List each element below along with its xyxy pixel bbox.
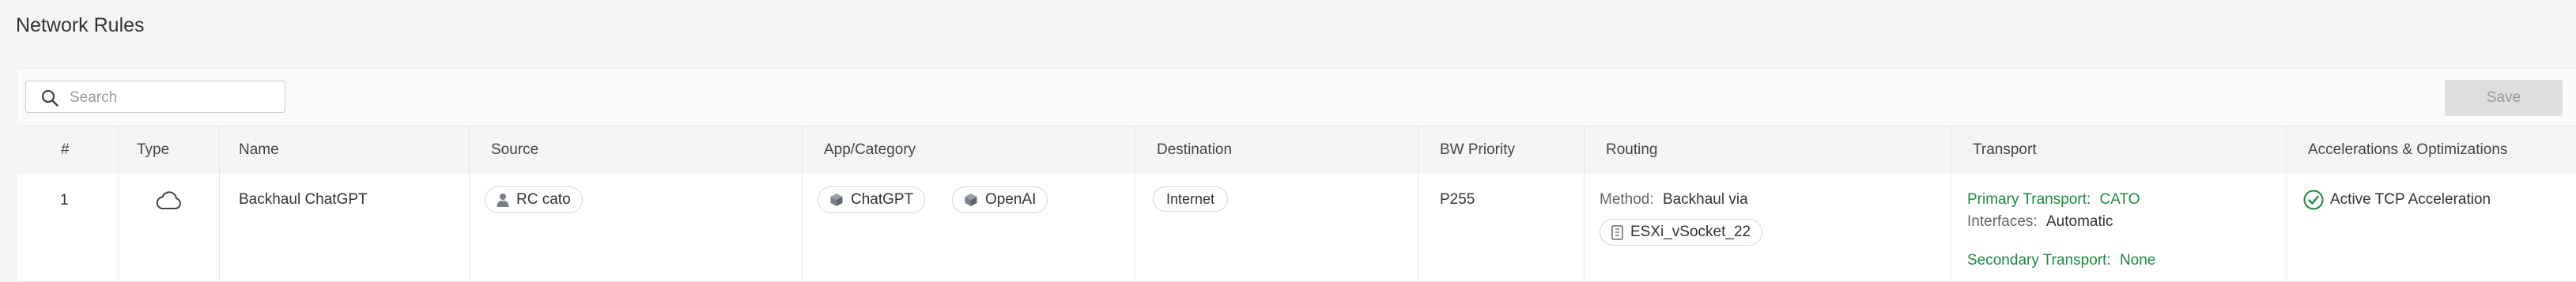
column-header-routing[interactable]: Routing — [1584, 126, 1951, 174]
app-chip-openai[interactable]: OpenAI — [952, 186, 1048, 213]
transport-interfaces: Interfaces: Automatic — [1967, 213, 2113, 230]
search-box[interactable] — [25, 81, 285, 113]
cell-transport: Primary Transport: CATO Interfaces: Auto… — [1951, 174, 2286, 281]
routing-method: Method: Backhaul via — [1600, 191, 1748, 208]
save-button[interactable]: Save — [2445, 80, 2563, 116]
cell-bw-priority[interactable]: P255 — [1418, 174, 1584, 281]
cell-destination: Internet — [1135, 174, 1418, 281]
destination-chip[interactable]: Internet — [1153, 186, 1229, 212]
rules-panel: Save # Type Name Source App/Category Des… — [17, 68, 2576, 282]
column-header-type[interactable]: Type — [118, 126, 219, 174]
routing-target-label: ESXi_vSocket_22 — [1630, 224, 1751, 240]
table-row[interactable]: 1 Backhaul ChatGPT RC cato ChatGPT OpenA… — [17, 174, 2576, 282]
cube-icon — [964, 193, 978, 207]
column-header-transport[interactable]: Transport — [1951, 126, 2286, 174]
check-circle-icon — [2303, 190, 2324, 210]
search-input[interactable] — [68, 86, 281, 109]
table-header: # Type Name Source App/Category Destinat… — [17, 126, 2576, 175]
cell-routing: Method: Backhaul via ESXi_vSocket_22 — [1584, 174, 1951, 281]
column-header-bw-priority[interactable]: BW Priority — [1418, 126, 1584, 174]
cell-index: 1 — [60, 192, 69, 209]
column-header-name[interactable]: Name — [219, 126, 469, 174]
secondary-transport: Secondary Transport: None — [1967, 252, 2156, 269]
page-title: Network Rules — [16, 14, 145, 36]
search-icon — [41, 89, 59, 107]
cell-source: RC cato — [469, 174, 802, 281]
server-icon — [1611, 224, 1623, 240]
source-chip[interactable]: RC cato — [485, 186, 583, 213]
user-icon — [497, 193, 509, 207]
column-header-destination[interactable]: Destination — [1135, 126, 1418, 174]
destination-label: Internet — [1166, 190, 1215, 207]
routing-target-chip[interactable]: ESXi_vSocket_22 — [1600, 219, 1763, 246]
app-label: ChatGPT — [851, 191, 914, 208]
cell-name[interactable]: Backhaul ChatGPT — [219, 174, 469, 281]
cube-icon — [829, 193, 844, 207]
cloud-icon — [155, 190, 182, 211]
app-chip-chatgpt[interactable]: ChatGPT — [818, 186, 926, 213]
source-label: RC cato — [516, 191, 571, 208]
app-label: OpenAI — [985, 191, 1037, 208]
primary-transport: Primary Transport: CATO — [1967, 191, 2140, 208]
column-header-accelerations[interactable]: Accelerations & Optimizations — [2286, 126, 2576, 174]
column-header-index[interactable]: # — [17, 126, 118, 174]
toolbar: Save — [17, 69, 2576, 126]
column-header-source[interactable]: Source — [469, 126, 802, 174]
column-header-app-category[interactable]: App/Category — [802, 126, 1135, 174]
cell-accelerations: Active TCP Acceleration — [2286, 174, 2576, 281]
acceleration-label: Active TCP Acceleration — [2330, 191, 2491, 208]
cell-app-category: ChatGPT OpenAI — [802, 174, 1135, 281]
cell-type — [118, 174, 219, 281]
